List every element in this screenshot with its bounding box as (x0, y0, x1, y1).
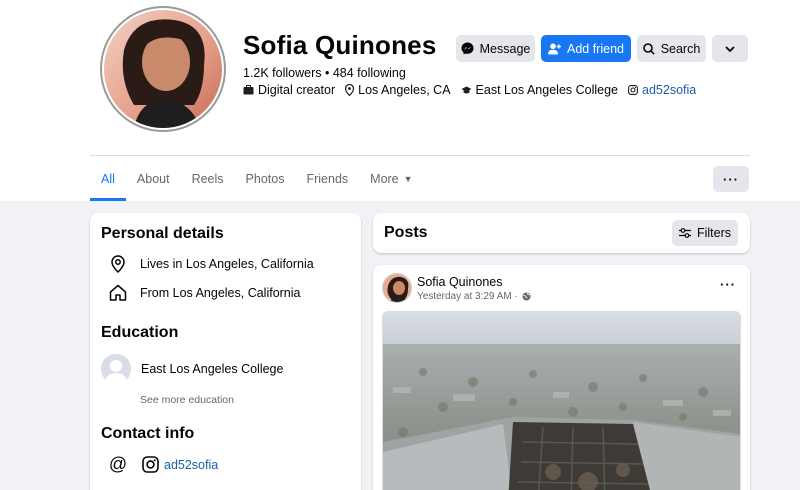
tab-about[interactable]: About (126, 156, 181, 201)
graduation-cap-icon (461, 86, 472, 93)
search-icon (642, 42, 655, 55)
message-button[interactable]: Message (456, 35, 535, 62)
at-sign-icon: @ (108, 454, 128, 474)
meta-location-text: Los Angeles, CA (358, 83, 451, 97)
instagram-icon (140, 456, 160, 473)
tab-about-label: About (136, 171, 170, 186)
profile-header: Sofia Quinones 1.2K followers • 484 foll… (0, 0, 800, 201)
ellipsis-icon: ··· (723, 171, 739, 187)
tab-reels-label: Reels (191, 171, 224, 186)
profile-options-button[interactable] (712, 35, 748, 62)
meta-instagram: ad52sofia (628, 83, 696, 97)
home-icon (108, 284, 128, 301)
contact-instagram-link[interactable]: ad52sofia (164, 458, 218, 472)
search-button[interactable]: Search (637, 35, 706, 62)
post-timestamp[interactable]: Yesterday at 3:29 AM · (417, 291, 531, 302)
tab-friends-label: Friends (306, 171, 349, 186)
see-more-education-link[interactable]: See more education (140, 394, 234, 406)
post-author-avatar[interactable] (382, 273, 412, 303)
tab-all-label: All (101, 171, 115, 186)
add-friend-button[interactable]: Add friend (541, 35, 631, 62)
lives-in-row: Lives in Los Angeles, California (108, 255, 314, 273)
filters-label: Filters (696, 226, 732, 240)
tab-more-label: More (370, 171, 399, 186)
tab-photos-label: Photos (245, 171, 285, 186)
post-author-name[interactable]: Sofia Quinones (417, 275, 502, 289)
add-friend-button-label: Add friend (567, 41, 624, 56)
messenger-icon (461, 42, 474, 55)
tab-photos[interactable]: Photos (235, 156, 296, 201)
post-photo[interactable] (382, 311, 741, 490)
location-pin-icon (108, 255, 128, 273)
caret-down-icon: ▼ (403, 173, 413, 184)
post-options-button[interactable]: ··· (720, 277, 736, 292)
profile-avatar[interactable] (100, 6, 226, 132)
posts-title: Posts (384, 224, 428, 241)
filters-button[interactable]: Filters (672, 220, 738, 246)
post-time-text: Yesterday at 3:29 AM · (417, 291, 518, 302)
ellipsis-icon: ··· (720, 277, 736, 292)
contact-info-title: Contact info (101, 425, 195, 442)
contact-row: @ ad52sofia (108, 454, 218, 475)
globe-icon (522, 292, 531, 301)
school-name: East Los Angeles College (141, 362, 284, 376)
location-pin-icon (345, 84, 355, 96)
intro-card: Personal details Lives in Los Angeles, C… (90, 213, 361, 490)
school-avatar[interactable] (101, 354, 131, 384)
meta-school-text[interactable]: East Los Angeles College (476, 83, 618, 97)
meta-location: Los Angeles, CA (345, 83, 451, 97)
education-title: Education (101, 324, 179, 341)
lives-in-text: Lives in Los Angeles, California (140, 257, 314, 271)
tab-friends[interactable]: Friends (295, 156, 359, 201)
sliders-icon (678, 228, 691, 238)
briefcase-icon (243, 85, 254, 95)
follower-counts[interactable]: 1.2K followers • 484 following (243, 66, 406, 80)
meta-role: Digital creator (243, 83, 335, 97)
profile-meta: Digital creator Los Angeles, CA East Los… (243, 83, 706, 97)
chevron-down-icon (725, 45, 735, 52)
tabs-more-options-button[interactable]: ··· (713, 166, 749, 192)
search-button-label: Search (660, 41, 701, 56)
school-row[interactable]: East Los Angeles College (141, 362, 283, 376)
profile-photo (104, 10, 222, 128)
person-add-icon (548, 43, 561, 54)
meta-school: East Los Angeles College (461, 83, 618, 97)
meta-role-text: Digital creator (258, 83, 336, 97)
posts-header-card: Posts Filters (373, 213, 750, 253)
from-text: From Los Angeles, California (140, 285, 301, 300)
tab-all[interactable]: All (90, 156, 126, 201)
instagram-icon (628, 85, 638, 95)
personal-details-title: Personal details (101, 225, 224, 242)
from-row: From Los Angeles, California (108, 284, 301, 301)
tab-more[interactable]: More ▼ (359, 156, 423, 201)
message-button-label: Message (479, 41, 531, 56)
tab-reels[interactable]: Reels (181, 156, 235, 201)
profile-tabs: All About Reels Photos Friends More ▼ (90, 156, 424, 201)
profile-name: Sofia Quinones (243, 30, 437, 60)
post-card: Sofia Quinones Yesterday at 3:29 AM · ··… (373, 265, 750, 490)
instagram-link[interactable]: ad52sofia (642, 83, 696, 97)
